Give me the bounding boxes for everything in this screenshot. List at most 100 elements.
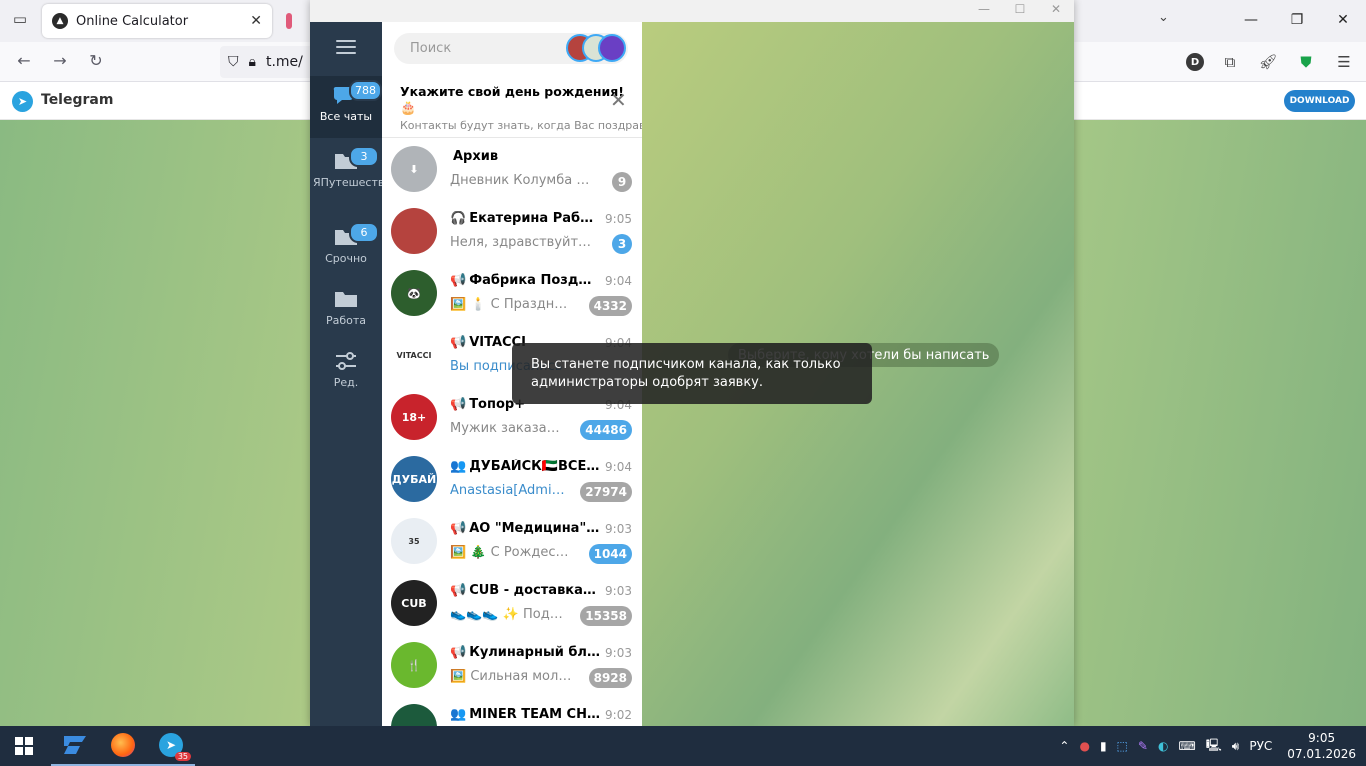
- forward-icon[interactable]: →: [48, 51, 72, 73]
- chat-avatar: 🍴: [391, 642, 437, 688]
- tg-minimize-icon[interactable]: —: [974, 2, 994, 20]
- folder-edit[interactable]: Ред.: [310, 342, 382, 404]
- telegram-logo-icon: ➤: [12, 91, 33, 112]
- folder-all-chats[interactable]: 788 Все чаты: [310, 76, 382, 138]
- rocket-extension-icon[interactable]: 🚀︎: [1256, 50, 1280, 74]
- tracking-shield-icon[interactable]: ⛉: [228, 54, 239, 70]
- app-logo-icon: [64, 736, 86, 754]
- taskbar-app-blue[interactable]: [51, 726, 99, 766]
- chat-row[interactable]: 🐼 📢Фабрика Поздрав... 9:04 🖼️ 🕯️ С Праздник…: [382, 262, 642, 324]
- download-button[interactable]: DOWNLOAD: [1284, 90, 1355, 112]
- chat-type-icon: 📢: [450, 397, 467, 412]
- chat-row[interactable]: 👥 MINER TEAM CHAT 9:02: [382, 696, 642, 726]
- windows-taskbar: ➤ 35 ⌃ ● ▮ ⬚ ✎ ◐ ⌨ 🖳︎ 🔊︎ РУС 9:05 07.01.…: [0, 726, 1366, 766]
- network-icon[interactable]: 🖳︎: [1206, 736, 1222, 757]
- chat-time: 9:04: [605, 460, 632, 474]
- back-icon[interactable]: ←: [12, 51, 36, 73]
- chat-last-message: 🖼️ 🎄 С Рождество...: [450, 545, 572, 560]
- chat-last-message: Anastasia[Admin Ch...: [450, 483, 565, 498]
- lock-icon[interactable]: 🔒︎: [249, 54, 256, 70]
- taskbar-telegram[interactable]: ➤ 35: [147, 726, 195, 766]
- start-button[interactable]: [0, 726, 48, 766]
- show-hidden-icons-icon[interactable]: ⌃: [1059, 739, 1069, 753]
- reload-icon[interactable]: ↻: [84, 51, 108, 73]
- folder-yaputeshestviya[interactable]: 3 ЯПутешествия: [310, 142, 398, 204]
- chat-row[interactable]: ДУБАЙ 👥ДУБАЙСК🇦🇪ВСЕ Н... 9:04 Anastasia[Adm…: [382, 448, 642, 510]
- chat-type-icon: 🎧: [450, 211, 467, 226]
- taskbar-firefox[interactable]: [99, 726, 147, 766]
- folder-rabota[interactable]: Работа: [310, 280, 382, 342]
- close-window-icon[interactable]: ✕: [1320, 0, 1366, 40]
- birthday-title: Укажите свой день рождения!: [400, 84, 624, 99]
- tray-network-app-icon[interactable]: ◐: [1158, 739, 1168, 753]
- chat-row[interactable]: 35 📢АО "Медицина" - К... 9:03 🖼️ 🎄 С Рождес…: [382, 510, 642, 572]
- chat-row[interactable]: 🍴 📢Кулинарный блог 9:03 🖼️ Сильная молитва.…: [382, 634, 642, 696]
- tab-list-icon[interactable]: ▭: [8, 10, 32, 32]
- keyboard-icon[interactable]: ⌨: [1178, 739, 1195, 753]
- language-indicator[interactable]: РУС: [1249, 739, 1272, 753]
- chat-avatar: ДУБАЙ: [391, 456, 437, 502]
- chat-name-text: Архив: [453, 149, 499, 164]
- chat-last-message: 👟👟👟 ✨ Подбо...: [450, 607, 565, 622]
- volume-icon[interactable]: 🔊︎: [1232, 739, 1240, 754]
- chat-type-icon: 📢: [450, 273, 467, 288]
- calculator-favicon-icon: ▲: [52, 13, 68, 29]
- close-tab-icon[interactable]: ✕: [250, 13, 262, 29]
- unread-badge: 9: [612, 172, 632, 192]
- browser-tab-calculator[interactable]: ▲ Online Calculator ✕: [42, 4, 272, 38]
- extensions-puzzle-icon[interactable]: ⧉: [1218, 50, 1242, 74]
- vpn-shield-icon[interactable]: ⛊: [1294, 50, 1318, 74]
- url-text: t.me/: [265, 54, 303, 70]
- folder-badge: 788: [349, 80, 382, 101]
- birthday-banner[interactable]: Укажите свой день рождения! 🎂 Контакты б…: [382, 74, 642, 138]
- chat-row[interactable]: 🎧 Екатерина Работа 9:05 Неля, здравствуйте!…: [382, 200, 642, 262]
- telegram-unread-badge: 35: [174, 752, 191, 761]
- unread-badge: 8928: [588, 668, 632, 688]
- chat-name: 📢Фабрика Поздрав...: [450, 273, 600, 288]
- story-avatar[interactable]: [598, 34, 626, 62]
- chat-avatar: CUB: [391, 580, 437, 626]
- browser-tab-second[interactable]: [276, 4, 310, 38]
- chat-type-icon: 👥: [450, 459, 467, 474]
- chat-name-text: АО "Медицина" - К...: [469, 521, 600, 536]
- chat-row[interactable]: CUB 📢CUB - доставка с П... 9:03 👟👟👟 ✨ Подбо…: [382, 572, 642, 634]
- windows-logo-icon: [15, 737, 33, 755]
- minimize-icon[interactable]: —: [1228, 0, 1274, 40]
- main-menu-icon[interactable]: [336, 40, 356, 56]
- tab-title: Online Calculator: [76, 13, 189, 29]
- chat-type-icon: 📢: [450, 583, 467, 598]
- system-tray: ⌃ ● ▮ ⬚ ✎ ◐ ⌨ 🖳︎ 🔊︎ РУС 9:05 07.01.2026: [1054, 726, 1366, 766]
- search-placeholder: Поиск: [410, 41, 452, 56]
- chat-type-icon: 👥: [450, 707, 467, 722]
- tray-app-icon[interactable]: ●: [1079, 739, 1089, 753]
- chat-last-message: Дневник Колумба 🗺️, ...: [450, 173, 593, 188]
- chat-name: 📢АО "Медицина" - К...: [450, 521, 600, 536]
- address-bar[interactable]: ⛉ 🔒︎ t.me/: [220, 46, 316, 78]
- chats-icon: 788: [333, 80, 382, 106]
- folder-label: Ред.: [333, 376, 359, 389]
- telegram-taskbar-icon: ➤ 35: [159, 733, 191, 761]
- tray-cursor-icon[interactable]: ▮: [1100, 739, 1107, 753]
- tg-close-icon[interactable]: ✕: [1046, 2, 1066, 20]
- telegram-titlebar: — ☐ ✕: [310, 0, 1074, 22]
- chat-row[interactable]: ⬇ Архив Дневник Колумба 🗺️, ... 9: [382, 138, 642, 200]
- tg-maximize-icon[interactable]: ☐: [1010, 2, 1030, 20]
- pen-icon[interactable]: ✎: [1138, 739, 1148, 753]
- menu-hamburger-icon[interactable]: ☰: [1332, 50, 1356, 74]
- folder-srochno[interactable]: 6 Срочно: [310, 218, 382, 280]
- close-banner-icon[interactable]: ✕: [610, 88, 627, 112]
- chat-avatar: 18+: [391, 394, 437, 440]
- chat-name: 👥ДУБАЙСК🇦🇪ВСЕ Н...: [450, 459, 600, 474]
- chat-name: 👥 MINER TEAM CHAT: [450, 707, 600, 722]
- account-avatar-icon[interactable]: D: [1186, 53, 1204, 71]
- chat-type-icon: 📢: [450, 335, 467, 350]
- stories-avatars[interactable]: [566, 34, 628, 62]
- clock-date: 07.01.2026: [1287, 747, 1356, 761]
- chat-avatar: ⬇: [391, 146, 437, 192]
- clock[interactable]: 9:05 07.01.2026: [1287, 730, 1356, 762]
- cake-icon: 🎂: [400, 101, 417, 116]
- chevron-down-icon[interactable]: ⌄: [1158, 10, 1169, 25]
- restore-icon[interactable]: ❐: [1274, 0, 1320, 40]
- chat-time: 9:03: [605, 522, 632, 536]
- screenshot-tool-icon[interactable]: ⬚: [1117, 739, 1128, 753]
